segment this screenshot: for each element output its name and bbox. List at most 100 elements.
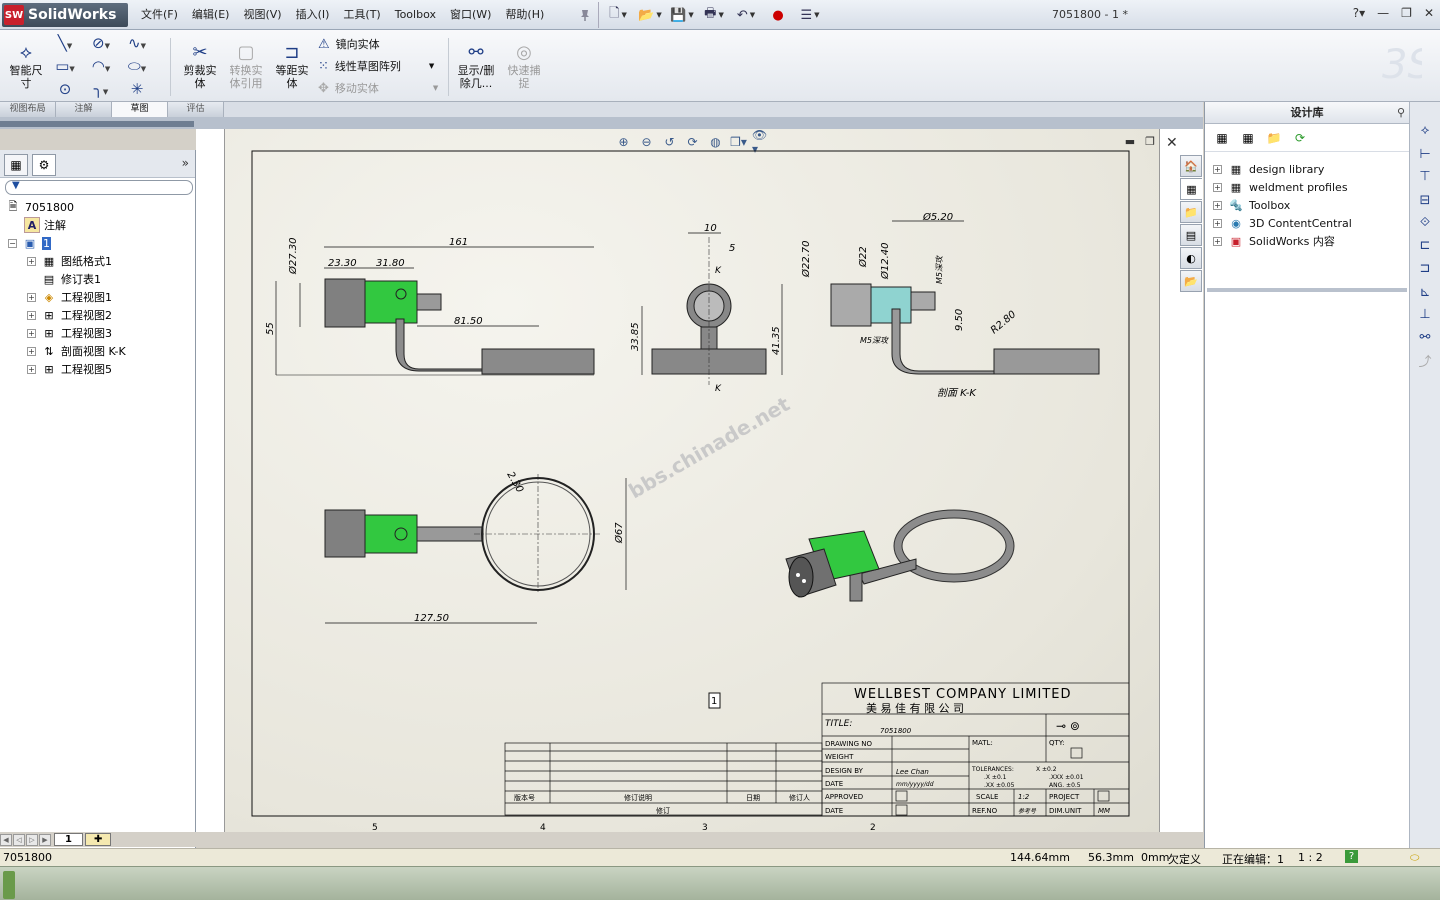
appearances-tab-icon[interactable]: ◐ [1180, 247, 1202, 269]
top-view[interactable]: 2.30 Ø67 127.50 [324, 470, 627, 624]
collapse-icon[interactable]: − [8, 238, 17, 248]
add-location-icon[interactable]: ▦ [1239, 129, 1257, 147]
chamfer-dim-icon[interactable]: ⊏ [1415, 235, 1435, 255]
tree-item-view2[interactable]: + ⊞ 工程视图2 [27, 306, 112, 324]
help-icon[interactable]: ?▾ [1353, 6, 1365, 20]
lib-item-sw-content[interactable]: + ▣ SolidWorks 内容 [1213, 232, 1335, 250]
mirror-entities-button[interactable]: ⚠ 镜向实体 [318, 36, 380, 52]
save-icon[interactable]: 💾 ▼ [667, 4, 697, 26]
fully-define-icon[interactable]: ⤴ [1415, 350, 1435, 370]
menu-tools[interactable]: 工具(T) [336, 0, 387, 30]
task-pane-pin-icon[interactable]: ⚲ [1397, 102, 1405, 124]
tab-view-layout[interactable]: 视图布局 [0, 102, 56, 117]
property-manager-tab-icon[interactable]: ⚙ [32, 154, 56, 176]
graphics-restore-icon[interactable]: ❐ [1145, 135, 1155, 148]
expand-icon[interactable]: + [27, 292, 36, 302]
arc-icon[interactable]: ◠▼ [90, 57, 112, 79]
solidworks-logo[interactable]: SW SolidWorks [2, 3, 128, 27]
tree-item-sheet-format[interactable]: + ▦ 图纸格式1 [27, 252, 112, 270]
next-sheet-icon[interactable]: ▷ [26, 833, 38, 846]
rebuild-icon[interactable]: ● [763, 4, 793, 26]
offset-entities-button[interactable]: ⊐ 等距实体 [270, 42, 314, 90]
feature-tree-tab-icon[interactable]: ▦ [4, 154, 28, 176]
menu-view[interactable]: 视图(V) [236, 0, 288, 30]
file-explorer-tab-icon[interactable]: 📁 [1180, 201, 1202, 223]
expand-icon[interactable]: + [1213, 182, 1222, 192]
graphics-minimize-icon[interactable]: ▬ [1125, 135, 1135, 148]
menu-window[interactable]: 窗口(W) [443, 0, 498, 30]
convert-entities-button[interactable]: ▢ 转换实体引用 [224, 42, 268, 90]
add-sheet-icon[interactable]: ✚ [84, 833, 112, 846]
expand-icon[interactable]: + [27, 346, 36, 356]
expand-icon[interactable]: + [27, 256, 36, 266]
tree-item-view3[interactable]: + ⊞ 工程视图3 [27, 324, 112, 342]
rebuild-status-icon[interactable]: ⬭ [1410, 851, 1419, 865]
lib-item-toolbox[interactable]: + 🔩 Toolbox [1213, 196, 1290, 214]
custom-properties-tab-icon[interactable]: 📂 [1180, 270, 1202, 292]
linear-pattern-button[interactable]: ⁙ 线性草图阵列 ▼ [318, 58, 434, 74]
view-palette-tab-icon[interactable]: ▤ [1180, 224, 1202, 246]
expand-icon[interactable]: + [27, 310, 36, 320]
print-icon[interactable]: 🖶 ▼ [699, 4, 729, 26]
expand-icon[interactable]: + [1213, 164, 1222, 174]
tree-item-revision-table[interactable]: ▤ 修订表1 [27, 270, 101, 288]
expand-icon[interactable]: + [1213, 236, 1222, 246]
first-sheet-icon[interactable]: ◀ [0, 833, 12, 846]
help-status-icon[interactable]: ? [1345, 850, 1358, 863]
isometric-view[interactable] [785, 509, 1015, 602]
circle-icon[interactable]: ⊘▼ [90, 34, 112, 56]
revision-table[interactable] [504, 742, 823, 816]
tree-item-view5[interactable]: + ⊞ 工程视图5 [27, 360, 112, 378]
expand-icon[interactable]: + [27, 328, 36, 338]
refresh-icon[interactable]: ⟳ [1291, 129, 1309, 147]
add-relation-icon[interactable]: ⊾ [1415, 282, 1435, 302]
tab-annotation[interactable]: 注解 [56, 102, 112, 117]
open-file-icon[interactable]: 📂 ▼ [635, 4, 665, 26]
move-entities-button[interactable]: ✥ 移动实体 ▼ [318, 80, 438, 96]
design-library-tab-icon[interactable]: ▦ [1180, 178, 1202, 200]
menu-file[interactable]: 文件(F) [134, 0, 185, 30]
tree-root[interactable]: 🗎 7051800 [5, 198, 74, 216]
tree-item-view1[interactable]: + ◈ 工程视图1 [27, 288, 112, 306]
tree-filter-input[interactable]: ▼ [5, 180, 193, 195]
horizontal-dim-icon[interactable]: ⊢ [1415, 144, 1435, 164]
ellipse-icon[interactable]: ⬭▼ [126, 57, 148, 79]
smart-dimension-button[interactable]: ⟡ 智能尺寸 [6, 42, 46, 90]
side-view[interactable]: 10 5 K 33.85 41.35 K [630, 223, 783, 394]
vertical-ordinate-icon[interactable]: ⊐ [1415, 258, 1435, 278]
menu-insert[interactable]: 插入(I) [289, 0, 337, 30]
menu-help[interactable]: 帮助(H) [498, 0, 551, 30]
restore-icon[interactable]: ❐ [1401, 6, 1412, 20]
lib-item-design-library[interactable]: + ▦ design library [1213, 160, 1324, 178]
minimize-icon[interactable]: — [1377, 6, 1389, 20]
fillet-icon[interactable]: ╮▼ [90, 80, 112, 102]
horizontal-ordinate-icon[interactable]: ⊥ [1415, 304, 1435, 324]
tab-sketch[interactable]: 草图 [112, 102, 168, 117]
undo-icon[interactable]: ↶ ▼ [731, 4, 761, 26]
add-to-library-icon[interactable]: ▦ [1213, 129, 1231, 147]
tree-annotations[interactable]: A 注解 [24, 216, 66, 234]
tree-sheet[interactable]: − ▣ 1 [8, 234, 51, 252]
expand-icon[interactable]: + [1213, 200, 1222, 210]
graphics-area[interactable]: ⊕ ⊖ ↺ ⟳ ◍ ❒▾ 👁▾ 161 23.30 31.80 Ø27.30 5… [196, 128, 1203, 832]
bottom-bar-tab[interactable] [3, 871, 15, 899]
rectangle-icon[interactable]: ▭▼ [54, 57, 76, 79]
tree-item-section-view[interactable]: + ⇅ 剖面视图 K-K [27, 342, 126, 360]
sheet-tab-1[interactable]: 1 [54, 833, 83, 846]
front-view[interactable]: 161 23.30 31.80 Ø27.30 55 81.50 [265, 237, 595, 376]
lib-item-weldment[interactable]: + ▦ weldment profiles [1213, 178, 1348, 196]
trim-entities-button[interactable]: ✂ 剪裁实体 [178, 42, 222, 90]
path-length-icon[interactable]: ⚯ [1415, 327, 1435, 347]
last-sheet-icon[interactable]: ▶ [39, 833, 51, 846]
point-icon[interactable]: ✳ [126, 80, 148, 102]
resources-tab-icon[interactable]: 🏠 [1180, 155, 1202, 177]
new-file-icon[interactable]: 🗋 ▼ [603, 4, 633, 26]
spline-icon[interactable]: ∿▼ [126, 34, 148, 56]
baseline-dim-icon[interactable]: ⊟ [1415, 190, 1435, 210]
expand-panel-icon[interactable]: » [182, 156, 189, 170]
lib-item-3dcc[interactable]: + ◉ 3D ContentCentral [1213, 214, 1352, 232]
create-folder-icon[interactable]: 📁 [1265, 129, 1283, 147]
vertical-dim-icon[interactable]: ⊤ [1415, 166, 1435, 186]
line-icon[interactable]: ╲▼ [54, 34, 76, 56]
menu-edit[interactable]: 编辑(E) [185, 0, 237, 30]
